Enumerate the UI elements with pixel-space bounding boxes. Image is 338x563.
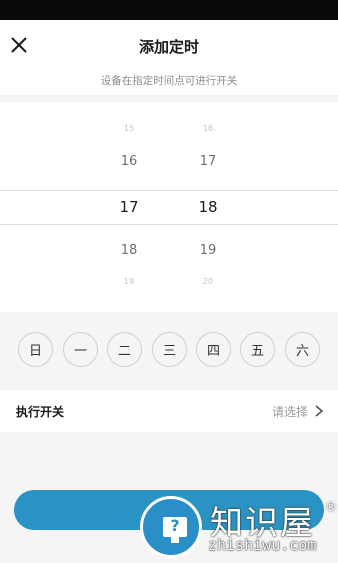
minute-option: 19 [199,243,217,258]
picker-selection-line-top [0,190,338,191]
minute-wheel[interactable]: 16 17 18 19 20 [178,102,238,312]
minute-option: 17 [199,154,217,169]
chevron-right-icon [315,405,324,417]
minute-option: 16 [202,124,214,133]
question-mark-icon: ? [170,516,180,535]
weekday-tuesday[interactable]: 二 [107,332,142,367]
page-title: 添加定时 [138,38,199,56]
watermark-url: zhishiwu.com [208,536,317,554]
status-bar [0,0,338,20]
hour-option: 15 [123,124,135,133]
registered-mark: ® [325,500,337,514]
add-timer-screen: 添加定时 设备在指定时间点可进行开关 15 16 17 18 19 16 17 … [0,0,338,563]
weekday-thursday[interactable]: 四 [196,332,231,367]
selected-hour: 17 [119,198,139,216]
hour-option: 16 [120,154,138,169]
weekday-sunday[interactable]: 日 [18,332,53,367]
action-switch-row[interactable]: 执行开关 请选择 [0,390,338,432]
weekday-friday[interactable]: 五 [240,332,275,367]
hour-option: 19 [123,277,135,286]
weekday-monday[interactable]: 一 [63,332,98,367]
hour-wheel[interactable]: 15 16 17 18 19 [99,102,159,312]
selected-minute: 18 [198,198,218,216]
weekday-saturday[interactable]: 六 [285,332,320,367]
hour-option: 18 [120,243,138,258]
weekday-wednesday[interactable]: 三 [152,332,187,367]
watermark-logo: ? [140,496,202,558]
action-switch-value: 请选择 [271,405,308,419]
watermark: ? 知识屋 ® zhishiwu.com [140,496,338,560]
header: 添加定时 设备在指定时间点可进行开关 [0,20,338,95]
monitor-stand [171,537,179,543]
page-subtitle: 设备在指定时间点可进行开关 [100,75,238,87]
picker-selection-line-bottom [0,224,338,225]
time-picker[interactable]: 15 16 17 18 19 16 17 18 19 20 [0,102,338,312]
weekday-selector: 日 一 二 三 四 五 六 [0,315,338,385]
action-switch-label: 执行开关 [16,405,65,419]
minute-option: 20 [202,277,214,286]
